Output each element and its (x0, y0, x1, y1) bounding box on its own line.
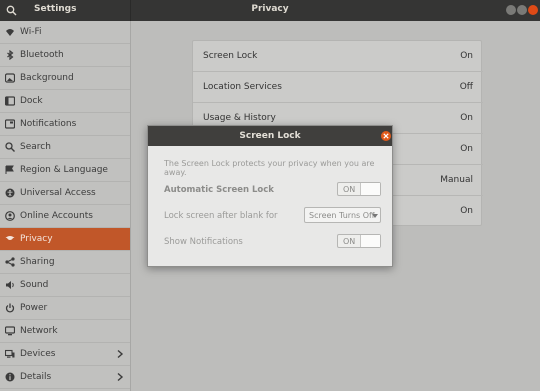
dialog-header: Screen Lock (148, 126, 392, 146)
sidebar-item-background[interactable]: Background (0, 67, 130, 90)
row-value: On (460, 144, 473, 154)
close-window-button[interactable] (528, 5, 538, 15)
sidebar-item-universal-access[interactable]: Universal Access (0, 182, 130, 205)
devices-icon (5, 349, 15, 358)
row-label: Usage & History (203, 113, 276, 123)
dialog-title: Screen Lock (239, 131, 301, 141)
sidebar-item-label: Bluetooth (20, 50, 64, 60)
row-value: On (460, 206, 473, 216)
sidebar-item-label: Power (20, 303, 48, 313)
power-icon (5, 303, 15, 313)
sidebar-item-label: Region & Language (20, 165, 108, 175)
sidebar-item-network[interactable]: Network (0, 320, 130, 343)
sidebar-item-label: Online Accounts (20, 211, 93, 221)
details-icon (5, 372, 15, 382)
dropdown-value: Screen Turns Off (309, 211, 375, 220)
lock-after-blank-label: Lock screen after blank for (164, 211, 278, 221)
row-value: On (460, 113, 473, 123)
sidebar-item-notifications[interactable]: Notifications (0, 113, 130, 136)
sidebar-item-wifi[interactable]: Wi-Fi (0, 21, 130, 44)
row-value: On (460, 51, 473, 61)
automatic-screen-lock-switch[interactable]: ON (337, 182, 381, 196)
sidebar-item-sharing[interactable]: Sharing (0, 251, 130, 274)
switch-state: ON (343, 237, 356, 246)
region-icon (5, 165, 14, 174)
show-notifications-label: Show Notifications (164, 237, 243, 247)
minimize-button[interactable] (506, 5, 516, 15)
sidebar-item-label: Notifications (20, 119, 77, 129)
sidebar-item-label: Universal Access (20, 188, 96, 198)
row-value: Off (459, 82, 473, 92)
sidebar-item-label: Sharing (20, 257, 55, 267)
close-dialog-button[interactable] (381, 131, 391, 141)
panel-title: Privacy (251, 4, 289, 14)
online-accounts-icon (5, 211, 15, 221)
sidebar-item-label: Wi-Fi (20, 27, 42, 37)
sidebar-item-label: Network (20, 326, 58, 336)
automatic-screen-lock-label: Automatic Screen Lock (164, 185, 274, 195)
lock-delay-dropdown[interactable]: Screen Turns Off (304, 207, 381, 223)
maximize-button[interactable] (517, 5, 527, 15)
close-icon (383, 133, 389, 139)
sidebar-item-sound[interactable]: Sound (0, 274, 130, 297)
screen-lock-dialog: Screen Lock The Screen Lock protects you… (147, 125, 393, 267)
sidebar-item-label: Sound (20, 280, 49, 290)
sidebar-item-label: Privacy (20, 234, 53, 244)
row-value: Manual (440, 175, 473, 185)
sidebar-item-label: Details (20, 372, 52, 382)
sidebar-item-label: Background (20, 73, 74, 83)
sidebar-item-label: Devices (20, 349, 56, 359)
sidebar-item-region-language[interactable]: Region & Language (0, 159, 130, 182)
notifications-icon (5, 119, 15, 129)
background-icon (5, 73, 15, 83)
sidebar-item-privacy[interactable]: Privacy (0, 228, 130, 251)
universal-access-icon (5, 188, 15, 198)
show-notifications-switch[interactable]: ON (337, 234, 381, 248)
switch-knob (360, 183, 380, 195)
sidebar-item-search[interactable]: Search (0, 136, 130, 159)
row-label: Location Services (203, 82, 282, 92)
sidebar-item-label: Dock (20, 96, 43, 106)
chevron-right-icon (117, 372, 124, 382)
sidebar-item-power[interactable]: Power (0, 297, 130, 320)
search-icon (5, 142, 15, 152)
sidebar-item-online-accounts[interactable]: Online Accounts (0, 205, 130, 228)
network-icon (5, 326, 15, 336)
switch-state: ON (343, 185, 356, 194)
sidebar-item-label: Search (20, 142, 51, 152)
privacy-row-location-services[interactable]: Location Services Off (193, 72, 483, 103)
privacy-icon (5, 236, 15, 240)
sound-icon (6, 281, 14, 289)
sharing-icon (5, 257, 15, 267)
header-bar: Settings Privacy (0, 0, 540, 21)
privacy-row-screen-lock[interactable]: Screen Lock On (193, 41, 483, 72)
bluetooth-icon (7, 50, 14, 60)
sidebar: Wi-Fi Bluetooth Background Dock Notifica… (0, 21, 131, 391)
sidebar-item-devices[interactable]: Devices (0, 343, 130, 366)
sidebar-item-details[interactable]: Details (0, 366, 130, 389)
dialog-description: The Screen Lock protects your privacy wh… (164, 159, 375, 177)
switch-knob (360, 235, 380, 247)
row-label: Screen Lock (203, 51, 258, 61)
wifi-icon (6, 29, 14, 36)
chevron-down-icon (372, 214, 378, 218)
sidebar-item-bluetooth[interactable]: Bluetooth (0, 44, 130, 67)
dock-icon (5, 96, 15, 106)
chevron-right-icon (117, 349, 124, 359)
sidebar-item-dock[interactable]: Dock (0, 90, 130, 113)
